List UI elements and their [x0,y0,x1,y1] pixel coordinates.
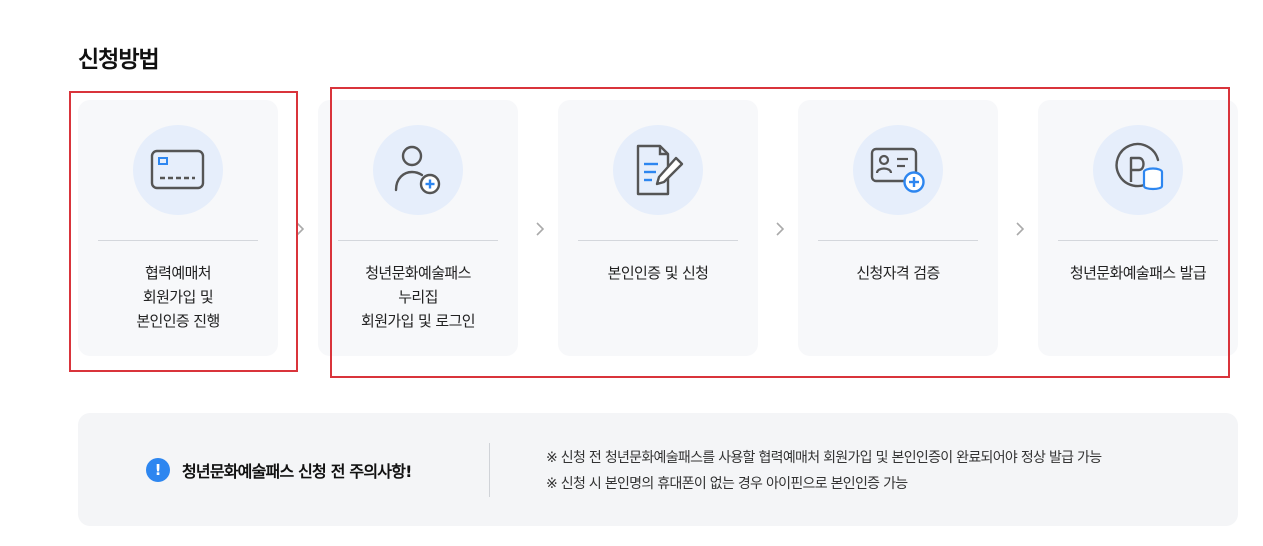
notice-item: ※ 신청 시 본인명의 휴대폰이 없는 경우 아이핀으로 본인인증 가능 [546,476,908,492]
highlight-box-step-1 [69,91,298,372]
notice-box: ! 청년문화예술패스 신청 전 주의사항! ※ 신청 전 청년문화예술패스를 사… [78,413,1238,526]
exclamation-icon: ! [146,458,170,482]
notice-title-text: 청년문화예술패스 신청 전 주의사항! [182,462,412,481]
notice-title: ! 청년문화예술패스 신청 전 주의사항! [146,457,412,483]
notice-divider [489,443,490,497]
notice-item: ※ 신청 전 청년문화예술패스를 사용할 협력예매처 회원가입 및 본인인증이 … [546,450,1102,466]
notice-items: ※ 신청 전 청년문화예술패스를 사용할 협력예매처 회원가입 및 본인인증이 … [546,445,1102,497]
page-title: 신청방법 [78,47,160,73]
highlight-box-steps-2-5 [330,87,1230,378]
